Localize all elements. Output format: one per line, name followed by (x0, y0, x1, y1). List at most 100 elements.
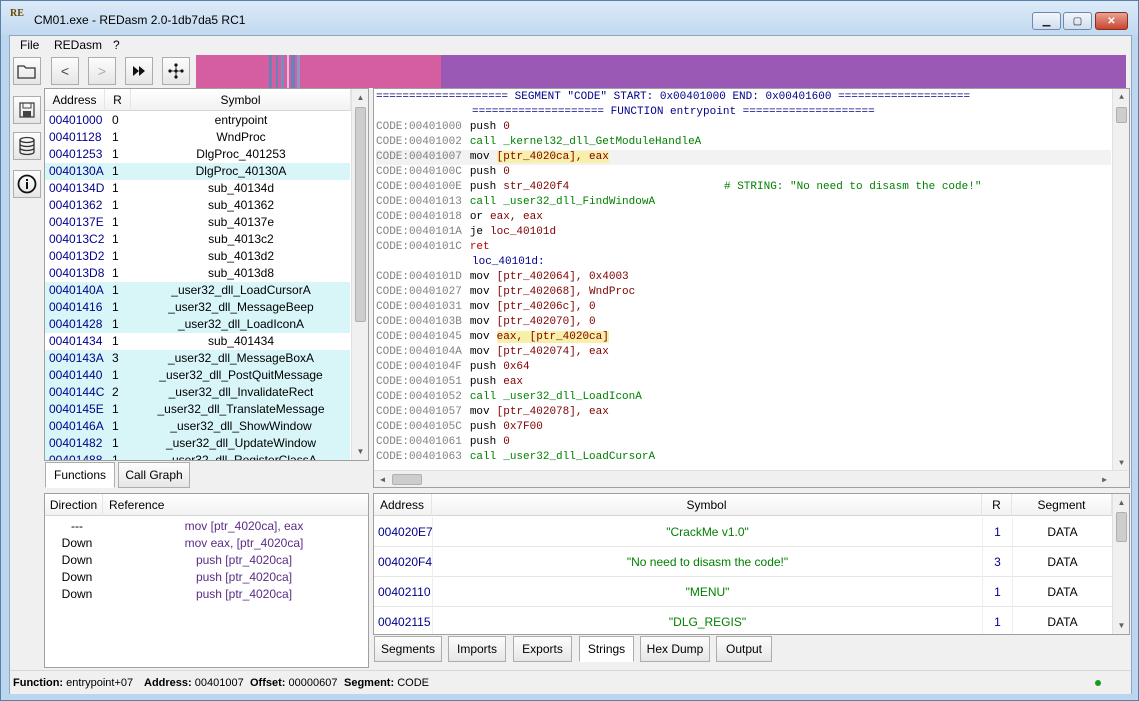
disassembly-line[interactable]: CODE:0040101A je loc_40101d (376, 225, 556, 240)
function-row[interactable]: 0040144C 2 _user32_dll_InvalidateRect (45, 384, 350, 401)
function-row[interactable]: 004013C2 1 sub_4013c2 (45, 231, 350, 248)
reference-row[interactable]: Down mov eax, [ptr_4020ca] (45, 535, 365, 552)
scroll-thumb[interactable] (1116, 107, 1127, 123)
disassembly-line[interactable]: CODE:0040104F push 0x64 (376, 360, 530, 375)
disassembly-line[interactable]: CODE:0040103B mov [ptr_402070], 0 (376, 315, 596, 330)
disassembly-hscrollbar[interactable]: ◀ ▶ (374, 470, 1129, 487)
disassembly-line[interactable]: CODE:00401018 or eax, eax (376, 210, 543, 225)
info-button[interactable] (13, 170, 41, 198)
function-row[interactable]: 00401428 1 _user32_dll_LoadIconA (45, 316, 350, 333)
reference-row[interactable]: Down push [ptr_4020ca] (45, 586, 365, 603)
function-row[interactable]: 0040146A 1 _user32_dll_ShowWindow (45, 418, 350, 435)
scroll-up-icon[interactable]: ▲ (352, 89, 368, 106)
goto-button[interactable] (125, 57, 153, 85)
disassembly-line[interactable]: CODE:0040104A mov [ptr_402074], eax (376, 345, 609, 360)
column-direction[interactable]: Direction (45, 494, 103, 516)
column-address[interactable]: Address (45, 89, 105, 111)
disassembly-line[interactable]: CODE:00401031 mov [ptr_40206c], 0 (376, 300, 596, 315)
navigation-bar[interactable] (196, 55, 1126, 88)
function-row[interactable]: 00401416 1 _user32_dll_MessageBeep (45, 299, 350, 316)
disassembly-line[interactable]: CODE:00401063 call _user32_dll_LoadCursorA (376, 450, 655, 465)
function-row[interactable]: 0040130A 1 DlgProc_40130A (45, 163, 350, 180)
tab-exports[interactable]: Exports (513, 636, 572, 662)
database-button[interactable] (13, 132, 41, 160)
menu-help[interactable]: ? (113, 38, 120, 52)
function-row[interactable]: 00401128 1 WndProc (45, 129, 350, 146)
disassembly-line[interactable]: CODE:0040100E push str_4020f4 # STRING: "No… (376, 180, 981, 195)
column-reference[interactable]: Reference (103, 494, 368, 516)
column-r[interactable]: R (982, 494, 1012, 516)
minimize-button[interactable]: ▁ (1032, 12, 1061, 30)
disassembly-line[interactable]: loc_40101d: (472, 255, 545, 270)
disassembly-vscrollbar[interactable]: ▲ ▼ (1112, 89, 1129, 472)
functions-scrollbar[interactable]: ▲ ▼ (351, 89, 368, 460)
graph-view-button[interactable] (162, 57, 190, 85)
menu-redasm[interactable]: REDasm (54, 38, 102, 52)
scroll-up-icon[interactable]: ▲ (1113, 89, 1129, 106)
back-button[interactable]: < (51, 57, 79, 85)
tab-output[interactable]: Output (716, 636, 772, 662)
disassembly-line[interactable]: CODE:0040101C ret (376, 240, 497, 255)
column-address[interactable]: Address (374, 494, 432, 516)
function-row[interactable]: 00401488 1 _user32_dll_RegisterClassA (45, 452, 350, 460)
reference-row[interactable]: Down push [ptr_4020ca] (45, 569, 365, 586)
disassembly-line[interactable]: CODE:00401061 push 0 (376, 435, 510, 450)
function-row[interactable]: 0040137E 1 sub_40137e (45, 214, 350, 231)
scroll-down-icon[interactable]: ▼ (1113, 617, 1129, 634)
function-row[interactable]: 0040145E 1 _user32_dll_TranslateMessage (45, 401, 350, 418)
save-button[interactable] (13, 96, 41, 124)
string-row[interactable]: 004020F4 "No need to disasm the code!" 3 DA… (374, 547, 1114, 577)
tab-hex-dump[interactable]: Hex Dump (640, 636, 710, 662)
strings-scrollbar[interactable]: ▲ ▼ (1112, 494, 1129, 634)
disassembly-listing[interactable]: ==================== SEGMENT "CODE" STAR… (373, 88, 1130, 488)
scroll-up-icon[interactable]: ▲ (1113, 494, 1129, 511)
function-row[interactable]: 00401362 1 sub_401362 (45, 197, 350, 214)
string-row[interactable]: 00402110 "MENU" 1 DATA (374, 577, 1114, 607)
tab-call-graph[interactable]: Call Graph (118, 462, 190, 488)
disassembly-line[interactable]: CODE:00401000 push 0 (376, 120, 510, 135)
disassembly-line[interactable]: CODE:0040105C push 0x7F00 (376, 420, 543, 435)
disassembly-line[interactable]: CODE:00401052 call _user32_dll_LoadIconA (376, 390, 642, 405)
function-row[interactable]: 00401482 1 _user32_dll_UpdateWindow (45, 435, 350, 452)
disassembly-line[interactable]: CODE:00401007 mov [ptr_4020ca], eax (376, 150, 1111, 165)
string-row[interactable]: 004020E7 "CrackMe v1.0" 1 DATA (374, 517, 1114, 547)
disassembly-line[interactable]: CODE:00401013 call _user32_dll_FindWindowA (376, 195, 655, 210)
disassembly-line[interactable]: CODE:00401002 call _kernel32_dll_GetModule… (376, 135, 701, 150)
disassembly-line[interactable]: CODE:0040100C push 0 (376, 165, 510, 180)
function-row[interactable]: 00401253 1 DlgProc_401253 (45, 146, 350, 163)
reference-row[interactable]: --- mov [ptr_4020ca], eax (45, 518, 365, 535)
column-symbol[interactable]: Symbol (432, 494, 982, 516)
tab-imports[interactable]: Imports (448, 636, 506, 662)
scroll-thumb[interactable] (1116, 512, 1127, 542)
tab-strings[interactable]: Strings (579, 636, 634, 662)
function-row[interactable]: 00401440 1 _user32_dll_PostQuitMessage (45, 367, 350, 384)
disassembly-line[interactable]: CODE:00401057 mov [ptr_402078], eax (376, 405, 609, 420)
reference-row[interactable]: Down push [ptr_4020ca] (45, 552, 365, 569)
close-button[interactable]: ✕ (1095, 12, 1128, 30)
column-symbol[interactable]: Symbol (131, 89, 351, 111)
function-row[interactable]: 00401000 0 entrypoint (45, 112, 350, 129)
title-bar[interactable]: RE CM01.exe - REDasm 2.0-1db7da5 RC1 ▁ ▢… (1, 1, 1138, 35)
disassembly-line[interactable]: CODE:00401027 mov [ptr_402068], WndProc (376, 285, 635, 300)
disassembly-line[interactable]: CODE:00401045 mov eax, [ptr_4020ca] (376, 330, 609, 345)
tab-functions[interactable]: Functions (45, 462, 115, 488)
function-row[interactable]: 0040140A 1 _user32_dll_LoadCursorA (45, 282, 350, 299)
maximize-button[interactable]: ▢ (1063, 12, 1092, 30)
disassembly-line[interactable]: CODE:0040101D mov [ptr_402064], 0x4003 (376, 270, 629, 285)
function-row[interactable]: 0040143A 3 _user32_dll_MessageBoxA (45, 350, 350, 367)
hscroll-thumb[interactable] (392, 474, 422, 485)
forward-button[interactable]: > (88, 57, 116, 85)
scroll-thumb[interactable] (355, 107, 366, 322)
function-row[interactable]: 00401434 1 sub_401434 (45, 333, 350, 350)
column-r[interactable]: R (105, 89, 131, 111)
menu-file[interactable]: File (20, 38, 39, 52)
function-row[interactable]: 004013D2 1 sub_4013d2 (45, 248, 350, 265)
string-row[interactable]: 00402115 "DLG_REGIS" 1 DATA (374, 607, 1114, 634)
disassembly-line[interactable]: CODE:00401051 push eax (376, 375, 523, 390)
tab-segments[interactable]: Segments (374, 636, 442, 662)
scroll-left-icon[interactable]: ◀ (374, 471, 391, 487)
function-row[interactable]: 004013D8 1 sub_4013d8 (45, 265, 350, 282)
scroll-down-icon[interactable]: ▼ (352, 443, 368, 460)
function-row[interactable]: 0040134D 1 sub_40134d (45, 180, 350, 197)
column-segment[interactable]: Segment (1012, 494, 1112, 516)
